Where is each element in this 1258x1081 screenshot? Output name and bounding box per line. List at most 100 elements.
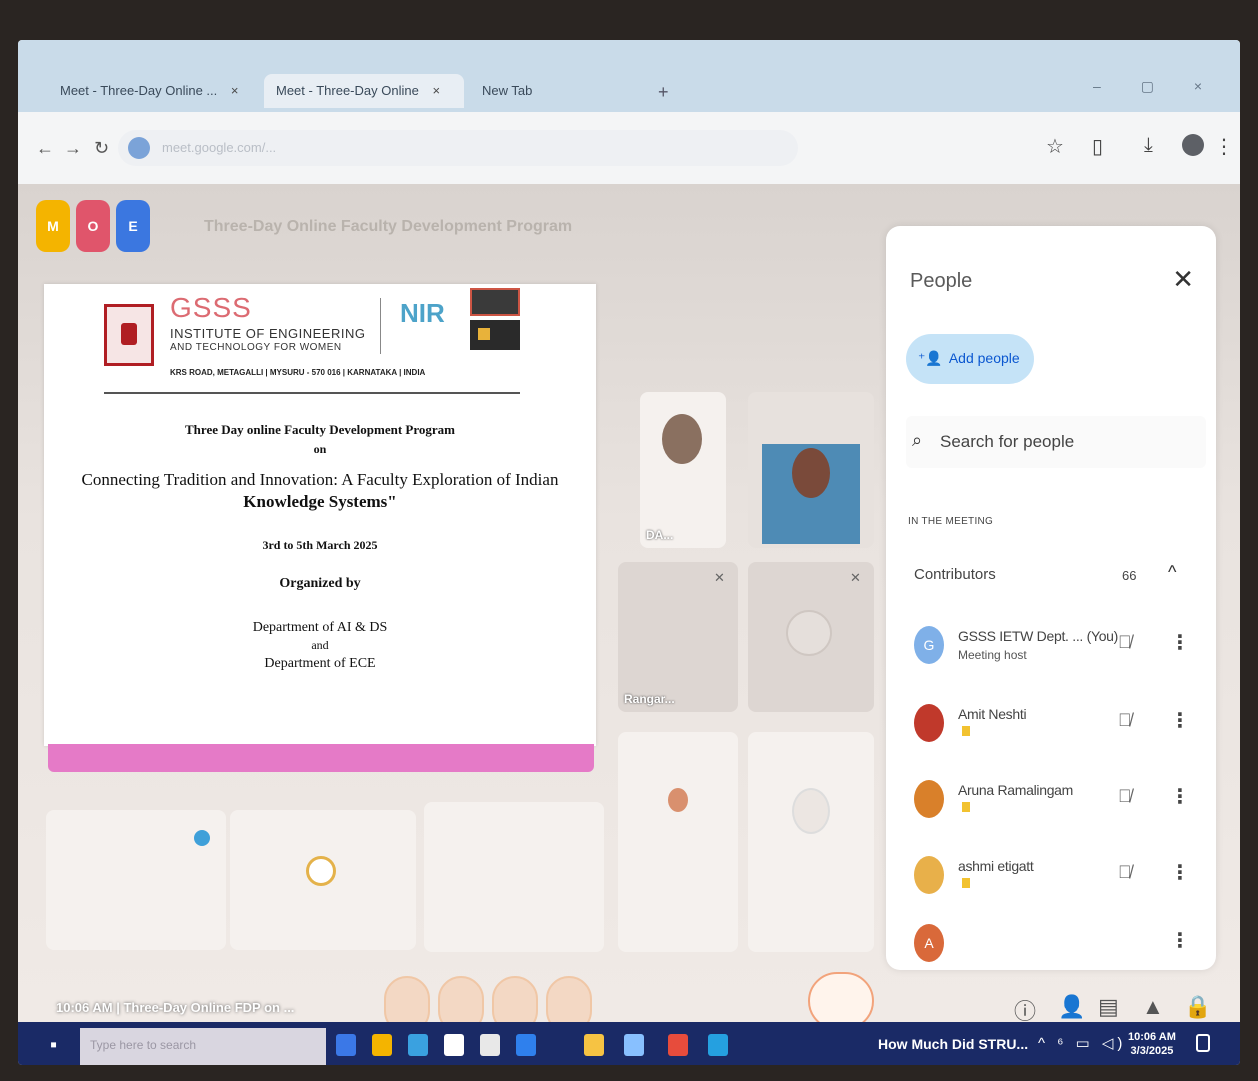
taskbar-clock[interactable]: 10:06 AM 3/3/2025 <box>1128 1030 1176 1058</box>
meet-stage: MOE Three-Day Online Faculty Development… <box>18 184 1240 1034</box>
activities-icon[interactable]: ▲ <box>1142 994 1164 1020</box>
avatar <box>914 780 944 818</box>
url-text: meet.google.com/... <box>162 140 277 155</box>
participant-role: Meeting host <box>958 648 1027 662</box>
participant-name: GSSS IETW Dept. ... (You) <box>958 628 1119 644</box>
participant-tile[interactable] <box>618 732 738 952</box>
url-omnibox[interactable]: meet.google.com/... <box>118 130 798 166</box>
taskbar-app-icon[interactable] <box>624 1034 644 1056</box>
participant-tile[interactable]: ✕ Rangar... <box>618 562 738 712</box>
organizer-dept2: Department of ECE <box>264 656 376 671</box>
program-title-line1: Connecting Tradition and Innovation: A F… <box>81 470 559 489</box>
more-options-icon[interactable]: ⋮ <box>1170 630 1190 655</box>
more-options-icon[interactable]: ⋮ <box>1170 784 1190 809</box>
people-panel-title: People <box>910 270 973 292</box>
institution-name-line2: AND TECHNOLOGY FOR WOMEN <box>170 342 342 353</box>
clock-time: 10:06 AM <box>1128 1031 1176 1043</box>
more-options-icon[interactable]: ⋮ <box>1170 928 1190 953</box>
window-controls[interactable]: – ▢ × <box>1093 78 1220 95</box>
participant-row[interactable]: G GSSS IETW Dept. ... (You) Meeting host… <box>908 618 1198 678</box>
site-info-icon[interactable] <box>128 137 150 159</box>
badge-icon <box>962 878 970 888</box>
taskbar-app-icon[interactable] <box>668 1034 688 1056</box>
people-search[interactable]: ⌕ <box>906 416 1206 468</box>
participant-tile[interactable] <box>424 802 604 952</box>
organizer-dept1: Department of AI & DS <box>252 620 388 635</box>
download-icon[interactable]: ⤓ <box>1144 134 1153 157</box>
monitor-screen: Meet - Three-Day Online ... × Meet - Thr… <box>18 40 1240 1065</box>
taskbar-search[interactable]: Type here to search <box>80 1028 326 1065</box>
participant-tile[interactable] <box>230 810 416 950</box>
taskbar-app-icon[interactable] <box>516 1034 536 1056</box>
participant-tile[interactable]: DA... <box>640 392 726 548</box>
participant-tile[interactable] <box>748 392 874 548</box>
taskbar-app-icon[interactable] <box>584 1034 604 1056</box>
browser-tab-1[interactable]: Meet - Three-Day Online ... × <box>48 74 278 108</box>
close-tab-icon[interactable]: × <box>231 83 239 98</box>
browser-tab-active[interactable]: Meet - Three-Day Online × <box>264 74 464 108</box>
institution-name-line1: INSTITUTE OF ENGINEERING <box>170 326 366 341</box>
browser-tab-new[interactable]: New Tab <box>470 74 650 108</box>
windows-taskbar: ▪ Type here to search How Much Did STRU.… <box>18 1022 1240 1065</box>
taskbar-app-icon[interactable] <box>708 1034 728 1056</box>
meet-app-icons: MOE <box>36 200 156 252</box>
chrome-app-icon[interactable]: O <box>76 200 110 252</box>
back-arrow-icon[interactable]: ← <box>36 138 54 159</box>
participant-tile[interactable]: ✕ <box>748 562 874 712</box>
forward-arrow-icon[interactable]: → <box>64 138 82 159</box>
clock-date: 3/3/2025 <box>1130 1045 1174 1057</box>
taskbar-app-icon[interactable] <box>444 1034 464 1056</box>
bookmark-star-icon[interactable]: ☆ <box>1046 134 1064 159</box>
participant-tile[interactable] <box>46 810 226 950</box>
participant-tile[interactable] <box>748 732 874 952</box>
chrome-menu-icon[interactable]: ⋮ <box>1214 134 1234 159</box>
docs-app-icon[interactable]: E <box>116 200 150 252</box>
show-desktop-icon[interactable] <box>1196 1034 1210 1052</box>
chat-icon[interactable]: ▤ <box>1098 994 1119 1020</box>
taskbar-app-icon[interactable] <box>336 1034 356 1056</box>
meet-app-icon[interactable]: M <box>36 200 70 252</box>
mic-off-icon: ✕ <box>850 570 861 585</box>
more-options-icon[interactable]: ⋮ <box>1170 860 1190 885</box>
taskbar-news-widget[interactable]: How Much Did STRU... <box>878 1036 1028 1052</box>
organized-by: Organized by <box>279 576 361 591</box>
accreditation-badge <box>470 320 520 350</box>
more-options-icon[interactable]: ⋮ <box>1170 708 1190 733</box>
new-tab-plus-icon[interactable]: + <box>658 82 669 103</box>
participant-name: DA... <box>646 528 674 542</box>
tab-label: Meet - Three-Day Online ... <box>60 83 218 98</box>
search-people-input[interactable] <box>940 428 1190 456</box>
badge-icon <box>962 726 970 736</box>
system-tray[interactable]: ^ ⁶ ▭ ◁) <box>1038 1034 1126 1052</box>
windows-start-icon[interactable]: ▪ <box>50 1034 57 1057</box>
participant-row[interactable]: ashmi etigatt 🎙̸ ⋮ <box>908 848 1198 908</box>
taskbar-app-icon[interactable] <box>408 1034 428 1056</box>
contributors-count: 66 <box>1122 568 1137 583</box>
participant-row[interactable]: A ⋮ <box>908 916 1198 966</box>
sidebar-icon[interactable]: ▯ <box>1092 134 1103 159</box>
host-controls-icon[interactable]: 🔒 <box>1184 994 1211 1020</box>
participant-name: Amit Neshti <box>958 706 1027 722</box>
close-tab-icon[interactable]: × <box>432 83 440 98</box>
chevron-up-icon[interactable]: ^ <box>1168 562 1176 583</box>
participant-row[interactable]: Amit Neshti 🎙̸ ⋮ <box>908 696 1198 756</box>
profile-avatar[interactable] <box>1182 134 1204 156</box>
meeting-title: Three-Day Online Faculty Development Pro… <box>204 218 573 235</box>
taskbar-app-icon[interactable] <box>480 1034 500 1056</box>
reload-icon[interactable]: ↻ <box>94 138 109 159</box>
people-icon[interactable]: 👤 <box>1058 994 1085 1020</box>
accreditation-badge <box>470 288 520 316</box>
taskbar-app-icon[interactable] <box>372 1034 392 1056</box>
browser-address-bar: ← → ↻ meet.google.com/... ☆ ▯ ⤓ ⋮ <box>18 112 1240 184</box>
nirf-logo: NIR <box>400 298 445 328</box>
avatar: A <box>914 924 944 962</box>
add-people-button[interactable]: ⁺👤 Add people <box>906 334 1034 384</box>
people-panel: People ✕ ⁺👤 Add people ⌕ IN THE MEETING C… <box>886 226 1216 970</box>
add-people-label: Add people <box>948 350 1020 366</box>
participant-name: Aruna Ramalingam <box>958 782 1074 798</box>
participant-row[interactable]: Aruna Ramalingam 🎙̸ ⋮ <box>908 772 1198 832</box>
mic-off-icon: ✕ <box>714 570 725 585</box>
presentation-slide: GSSS INSTITUTE OF ENGINEERING AND TECHNO… <box>44 284 596 746</box>
avatar <box>914 704 944 742</box>
close-panel-icon[interactable]: ✕ <box>1172 264 1194 295</box>
